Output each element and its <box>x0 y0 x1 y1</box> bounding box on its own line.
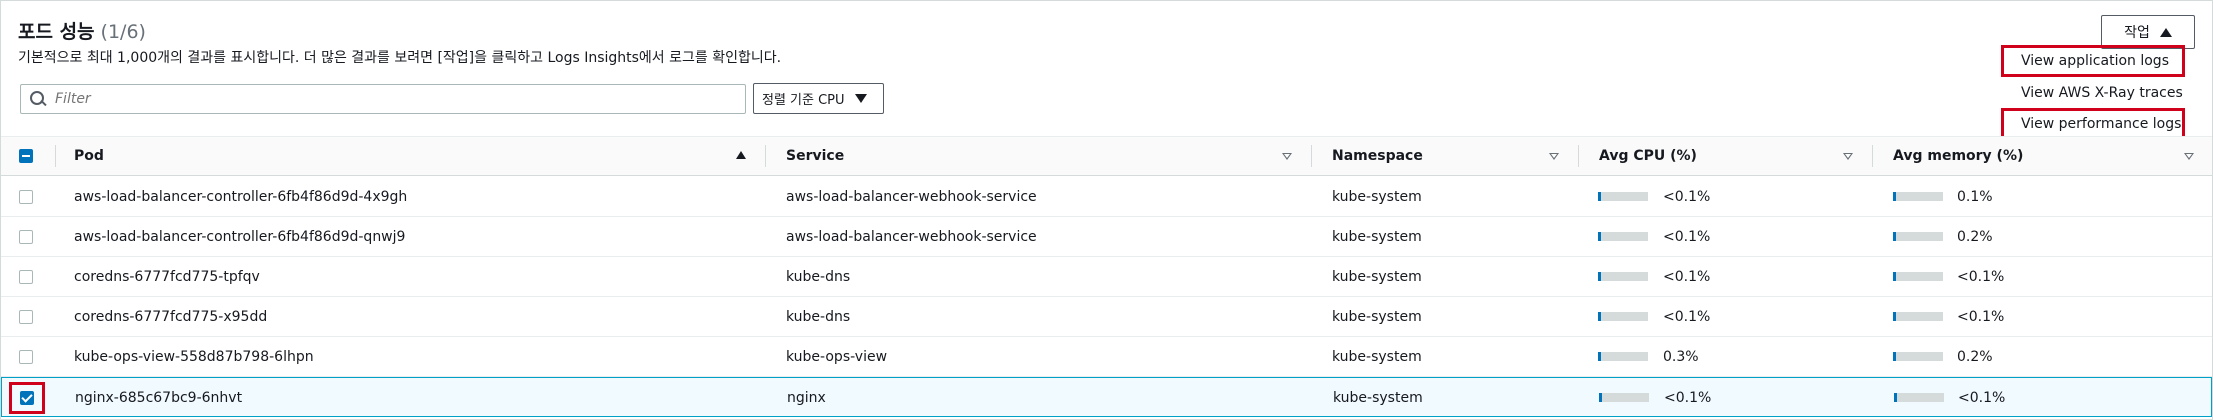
row-checkbox[interactable] <box>19 270 33 284</box>
avg-cpu-value: <0.1% <box>1663 309 1711 325</box>
sort-caret-icon[interactable] <box>1843 153 1853 160</box>
avg-memory-value: 0.1% <box>1957 189 1993 205</box>
column-header-avg-cpu[interactable]: Avg CPU (%) <box>1599 137 1697 175</box>
sort-caret-icon[interactable] <box>1282 153 1292 160</box>
avg-memory-bar-fill <box>1893 192 1896 201</box>
avg-memory-bar-fill <box>1893 232 1896 241</box>
actions-button[interactable]: 작업 <box>2101 15 2195 49</box>
table-row[interactable]: aws-load-balancer-controller-6fb4f86d9d-… <box>1 177 2212 217</box>
row-checkbox[interactable] <box>19 310 33 324</box>
table-row[interactable]: coredns-6777fcd775-x95dd kube-dns kube-sys… <box>1 297 2212 337</box>
avg-memory-value: <0.1% <box>1958 390 2006 406</box>
avg-memory-value: 0.2% <box>1957 349 1993 365</box>
page-title: 포드 성능 (1/6) <box>18 17 146 44</box>
sort-caret-icon[interactable] <box>2184 153 2194 160</box>
service-name: kube-dns <box>786 269 851 285</box>
table-row[interactable]: kube-ops-view-558d87b798-6lhpn kube-ops-v… <box>1 337 2212 377</box>
avg-cpu-bar <box>1598 232 1648 241</box>
pod-name: coredns-6777fcd775-x95dd <box>74 309 268 325</box>
namespace-name: kube-system <box>1332 269 1422 285</box>
namespace-name: kube-system <box>1332 349 1422 365</box>
row-checkbox[interactable] <box>19 230 33 244</box>
avg-cpu-bar <box>1598 312 1648 321</box>
column-header-service[interactable]: Service <box>786 137 844 175</box>
column-header-avg-memory[interactable]: Avg memory (%) <box>1893 137 2023 175</box>
avg-cpu-bar-fill <box>1598 312 1601 321</box>
title-text: 포드 성능 <box>18 21 95 43</box>
avg-cpu-value: 0.3% <box>1663 349 1699 365</box>
sort-select[interactable]: 정렬 기준 CPU <box>753 83 884 114</box>
avg-cpu-bar <box>1598 352 1648 361</box>
table-row[interactable]: nginx-685c67bc9-6nhvt nginx kube-system <0.… <box>1 377 2212 417</box>
pod-name: aws-load-balancer-controller-6fb4f86d9d-… <box>74 229 406 245</box>
sort-caret-icon[interactable] <box>1549 153 1559 160</box>
pod-name: aws-load-balancer-controller-6fb4f86d9d-… <box>74 189 408 205</box>
avg-memory-value: 0.2% <box>1957 229 1993 245</box>
pod-name: nginx-685c67bc9-6nhvt <box>75 390 243 406</box>
service-name: aws-load-balancer-webhook-service <box>786 189 1037 205</box>
avg-memory-bar-fill <box>1894 393 1897 402</box>
avg-memory-value: <0.1% <box>1957 309 2005 325</box>
namespace-name: kube-system <box>1332 229 1422 245</box>
service-name: kube-ops-view <box>786 349 888 365</box>
row-checkbox[interactable] <box>19 350 33 364</box>
filter-field <box>20 84 746 114</box>
avg-cpu-bar <box>1598 272 1648 281</box>
caret-up-icon <box>2159 27 2172 37</box>
select-all-checkbox[interactable] <box>19 149 33 163</box>
search-icon <box>29 90 47 108</box>
filter-input[interactable] <box>53 90 737 108</box>
avg-memory-bar <box>1894 393 1944 402</box>
row-checkbox[interactable] <box>19 190 33 204</box>
avg-cpu-bar-fill <box>1599 393 1602 402</box>
pod-name: coredns-6777fcd775-tpfqv <box>74 269 260 285</box>
column-header-pod[interactable]: Pod <box>74 137 104 175</box>
actions-button-label: 작업 <box>2124 25 2150 41</box>
sort-ascending-icon[interactable] <box>736 151 746 159</box>
avg-cpu-bar-fill <box>1598 192 1601 201</box>
table-row[interactable]: aws-load-balancer-controller-6fb4f86d9d-… <box>1 217 2212 257</box>
avg-cpu-bar-fill <box>1598 352 1601 361</box>
selection-count: (1/6) <box>100 21 146 43</box>
avg-memory-bar <box>1893 272 1943 281</box>
service-name: nginx <box>787 390 826 406</box>
avg-memory-value: <0.1% <box>1957 269 2005 285</box>
avg-cpu-value: <0.1% <box>1663 269 1711 285</box>
pod-name: kube-ops-view-558d87b798-6lhpn <box>74 349 314 365</box>
avg-memory-bar <box>1893 192 1943 201</box>
avg-cpu-bar <box>1599 393 1649 402</box>
avg-memory-bar-fill <box>1893 312 1896 321</box>
avg-memory-bar-fill <box>1893 352 1896 361</box>
pod-performance-panel: 포드 성능 (1/6) 기본적으로 최대 1,000개의 결과를 표시합니다. 더… <box>0 0 2213 420</box>
menu-item-view-xray-traces[interactable]: View AWS X-Ray traces <box>2001 77 2185 109</box>
avg-memory-bar <box>1893 352 1943 361</box>
avg-memory-bar <box>1893 232 1943 241</box>
avg-memory-bar-fill <box>1893 272 1896 281</box>
column-header-namespace[interactable]: Namespace <box>1332 137 1423 175</box>
avg-cpu-bar-fill <box>1598 272 1601 281</box>
avg-cpu-bar-fill <box>1598 232 1601 241</box>
highlight-box <box>9 382 45 414</box>
avg-cpu-value: <0.1% <box>1663 229 1711 245</box>
avg-memory-bar <box>1893 312 1943 321</box>
panel-description: 기본적으로 최대 1,000개의 결과를 표시합니다. 더 많은 결과를 보려면… <box>18 50 782 66</box>
table-row[interactable]: coredns-6777fcd775-tpfqv kube-dns kube-sys… <box>1 257 2212 297</box>
avg-cpu-bar <box>1598 192 1648 201</box>
service-name: aws-load-balancer-webhook-service <box>786 229 1037 245</box>
avg-cpu-value: <0.1% <box>1664 390 1712 406</box>
sort-select-label: 정렬 기준 CPU <box>762 93 845 108</box>
namespace-name: kube-system <box>1333 390 1423 406</box>
namespace-name: kube-system <box>1332 189 1422 205</box>
avg-cpu-value: <0.1% <box>1663 189 1711 205</box>
service-name: kube-dns <box>786 309 851 325</box>
table-header: Pod Service Namespace Avg CPU (%) Avg me… <box>1 136 2212 176</box>
namespace-name: kube-system <box>1332 309 1422 325</box>
chevron-down-icon <box>854 94 867 103</box>
menu-item-view-application-logs[interactable]: View application logs <box>2001 45 2185 77</box>
